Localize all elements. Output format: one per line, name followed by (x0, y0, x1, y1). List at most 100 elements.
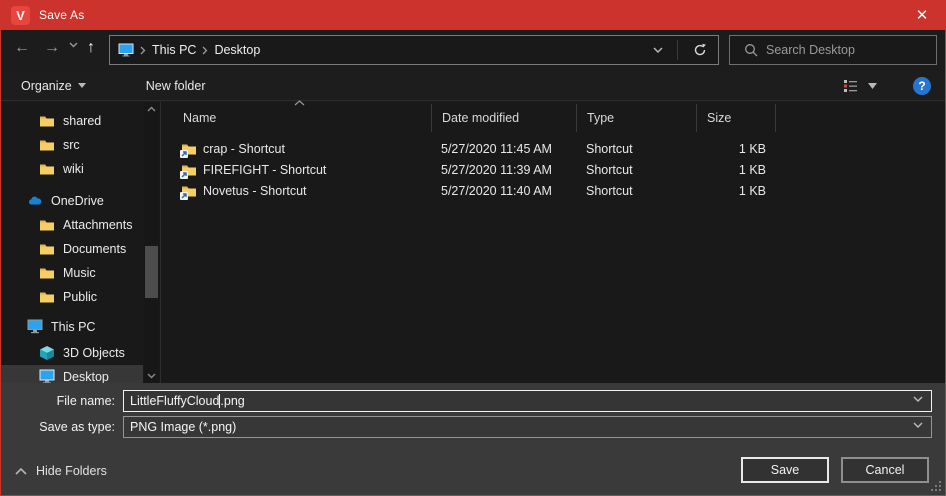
navigation-pane: shared src wiki OneDrive Attachments Doc… (1, 102, 161, 383)
sidebar-item-public[interactable]: Public (1, 285, 143, 309)
resize-grip[interactable] (931, 481, 942, 492)
file-list: Name Date modified Type Size crap - Shor… (161, 102, 945, 383)
recent-locations-chevron-icon[interactable] (69, 42, 78, 48)
save-as-type-select[interactable]: PNG Image (*.png) (123, 416, 932, 438)
column-label: Size (707, 111, 731, 125)
file-name-text-before: LittleFluffyCloud (130, 394, 219, 408)
sidebar-scrollbar[interactable] (144, 102, 159, 383)
folder-icon (39, 289, 55, 305)
sidebar-item-shared[interactable]: shared (1, 109, 143, 133)
hide-folders-label: Hide Folders (36, 464, 107, 478)
save-as-dialog: V Save As ✕ ← → ↑ This PC Desktop (0, 0, 946, 496)
address-dropdown-chevron-icon[interactable] (643, 47, 673, 54)
scroll-down-icon[interactable] (144, 369, 159, 383)
search-box[interactable] (729, 35, 937, 65)
file-name-panel: File name: LittleFluffyCloud.png Save as… (1, 383, 945, 447)
hide-folders-button[interactable]: Hide Folders (15, 464, 107, 478)
sidebar-item-documents[interactable]: Documents (1, 237, 143, 261)
navigation-bar: ← → ↑ This PC Desktop (1, 30, 945, 71)
column-header-type[interactable]: Type (576, 104, 696, 132)
save-as-type-label: Save as type: (1, 420, 123, 434)
file-name-dropdown-chevron-icon[interactable] (913, 396, 923, 403)
file-size: 1 KB (696, 163, 776, 177)
file-date: 5/27/2020 11:39 AM (431, 163, 576, 177)
scrollbar-thumb[interactable] (145, 246, 158, 298)
breadcrumb-desktop[interactable]: Desktop (208, 43, 266, 57)
file-name-input[interactable]: LittleFluffyCloud.png (123, 390, 932, 412)
folder-shortcut-icon (181, 162, 197, 178)
organize-label: Organize (21, 79, 72, 93)
cancel-button[interactable]: Cancel (841, 457, 929, 483)
file-date: 5/27/2020 11:40 AM (431, 184, 576, 198)
onedrive-cloud-icon (27, 193, 43, 209)
close-button[interactable]: ✕ (899, 0, 945, 30)
sidebar-item-label: src (63, 138, 80, 152)
title-bar: V Save As ✕ (1, 0, 945, 30)
file-row-novetus-shortcut[interactable]: Novetus - Shortcut 5/27/2020 11:40 AM Sh… (161, 180, 776, 201)
sidebar-item-this-pc[interactable]: This PC (1, 315, 143, 339)
column-header-date-modified[interactable]: Date modified (431, 104, 576, 132)
column-header-size[interactable]: Size (696, 104, 776, 132)
sidebar-item-attachments[interactable]: Attachments (1, 213, 143, 237)
sidebar-item-label: Music (63, 266, 96, 280)
shortcut-arrow-icon (180, 192, 188, 200)
folder-shortcut-icon (181, 183, 197, 199)
sidebar-item-label: 3D Objects (63, 346, 125, 360)
file-date: 5/27/2020 11:45 AM (431, 142, 576, 156)
sidebar-item-label: This PC (51, 320, 95, 334)
file-type: Shortcut (576, 142, 696, 156)
help-button[interactable]: ? (913, 77, 931, 95)
folder-icon (39, 217, 55, 233)
column-label: Type (587, 111, 614, 125)
breadcrumb-this-pc[interactable]: This PC (146, 43, 202, 57)
save-button[interactable]: Save (741, 457, 829, 483)
sidebar-item-3d-objects[interactable]: 3D Objects (1, 341, 143, 365)
column-label: Name (183, 111, 216, 125)
up-button[interactable]: ↑ (87, 39, 95, 57)
sidebar-item-src[interactable]: src (1, 133, 143, 157)
file-row-firefight-shortcut[interactable]: FIREFIGHT - Shortcut 5/27/2020 11:39 AM … (161, 159, 776, 180)
address-bar[interactable]: This PC Desktop (109, 35, 719, 65)
monitor-icon (27, 319, 43, 335)
dropdown-triangle-icon (78, 83, 86, 88)
search-input[interactable] (766, 43, 916, 57)
scroll-up-icon[interactable] (144, 102, 159, 116)
view-details-icon[interactable] (843, 79, 858, 92)
file-name: FIREFIGHT - Shortcut (203, 163, 326, 177)
shortcut-arrow-icon (180, 150, 188, 158)
command-toolbar: Organize New folder ? (1, 71, 945, 101)
view-options-chevron-icon[interactable] (868, 83, 877, 89)
sidebar-item-label: Public (63, 290, 97, 304)
file-name: Novetus - Shortcut (203, 184, 307, 198)
file-row-crap-shortcut[interactable]: crap - Shortcut 5/27/2020 11:45 AM Short… (161, 138, 776, 159)
column-header-name[interactable]: Name (161, 104, 431, 132)
shortcut-arrow-icon (180, 171, 188, 179)
back-button[interactable]: ← (14, 39, 30, 57)
new-folder-button[interactable]: New folder (136, 71, 216, 100)
organize-button[interactable]: Organize (11, 71, 96, 100)
sidebar-item-label: Attachments (63, 218, 132, 232)
file-name-label: File name: (1, 394, 123, 408)
forward-button[interactable]: → (44, 39, 60, 57)
sidebar-item-music[interactable]: Music (1, 261, 143, 285)
save-as-type-dropdown-chevron-icon[interactable] (913, 422, 923, 429)
refresh-button[interactable] (682, 43, 718, 57)
column-label: Date modified (442, 111, 519, 125)
sidebar-item-label: Desktop (63, 370, 109, 384)
close-icon: ✕ (916, 6, 929, 24)
chevron-up-icon (15, 468, 27, 475)
folder-icon (39, 137, 55, 153)
sidebar-item-label: wiki (63, 162, 84, 176)
file-type: Shortcut (576, 163, 696, 177)
window-title: Save As (39, 8, 84, 22)
folder-icon (39, 113, 55, 129)
sidebar-item-wiki[interactable]: wiki (1, 157, 143, 181)
sidebar-item-onedrive[interactable]: OneDrive (1, 189, 143, 213)
search-icon (744, 43, 758, 57)
save-button-label: Save (771, 463, 800, 477)
save-as-type-value: PNG Image (*.png) (130, 420, 236, 434)
file-name-text-after: .png (220, 394, 244, 408)
address-divider (677, 40, 678, 60)
new-folder-label: New folder (146, 79, 206, 93)
help-icon: ? (918, 79, 925, 93)
